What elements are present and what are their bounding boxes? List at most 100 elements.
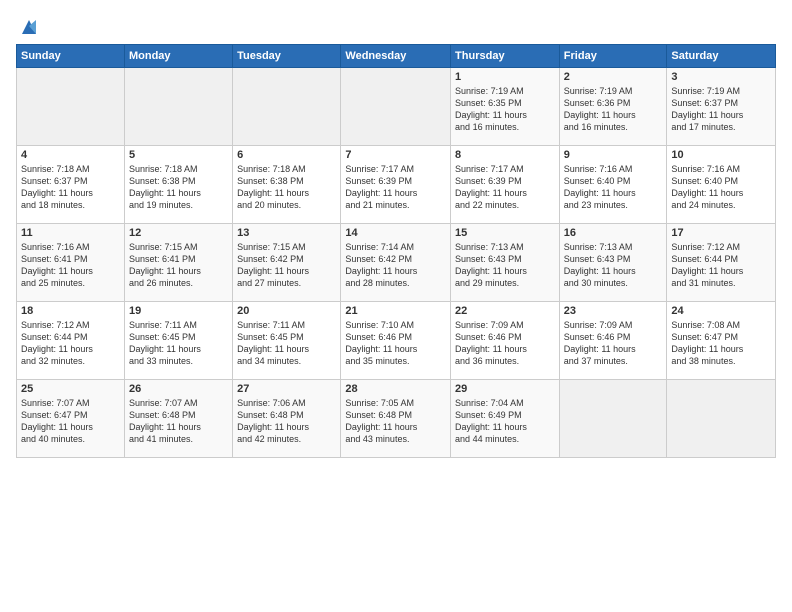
day-info: Sunrise: 7:12 AM Sunset: 6:44 PM Dayligh… <box>21 319 120 368</box>
day-number: 17 <box>671 227 771 239</box>
day-info: Sunrise: 7:18 AM Sunset: 6:38 PM Dayligh… <box>129 163 228 212</box>
day-info: Sunrise: 7:17 AM Sunset: 6:39 PM Dayligh… <box>345 163 446 212</box>
weekday-header-saturday: Saturday <box>667 45 776 68</box>
calendar-cell: 15 Sunrise: 7:13 AM Sunset: 6:43 PM Dayli… <box>451 224 560 302</box>
day-number: 1 <box>455 71 555 83</box>
day-number: 23 <box>564 305 663 317</box>
calendar-cell: 10Sunrise: 7:16 AM Sunset: 6:40 PM Dayli… <box>667 146 776 224</box>
calendar-cell: 6 Sunrise: 7:18 AM Sunset: 6:38 PM Daylig… <box>233 146 341 224</box>
day-info: Sunrise: 7:09 AM Sunset: 6:46 PM Dayligh… <box>564 319 663 368</box>
weekday-header-friday: Friday <box>559 45 667 68</box>
calendar-cell: 19 Sunrise: 7:11 AM Sunset: 6:45 PM Dayli… <box>124 302 232 380</box>
day-number: 9 <box>564 149 663 161</box>
weekday-header-sunday: Sunday <box>17 45 125 68</box>
calendar-cell: 14 Sunrise: 7:14 AM Sunset: 6:42 PM Dayli… <box>341 224 451 302</box>
calendar-week-2: 4 Sunrise: 7:18 AM Sunset: 6:37 PM Daylig… <box>17 146 776 224</box>
day-number: 19 <box>129 305 228 317</box>
day-info: Sunrise: 7:10 AM Sunset: 6:46 PM Dayligh… <box>345 319 446 368</box>
day-number: 27 <box>237 383 336 395</box>
weekday-header-tuesday: Tuesday <box>233 45 341 68</box>
calendar-cell: 16 Sunrise: 7:13 AM Sunset: 6:43 PM Dayli… <box>559 224 667 302</box>
day-info: Sunrise: 7:18 AM Sunset: 6:37 PM Dayligh… <box>21 163 120 212</box>
day-info: Sunrise: 7:04 AM Sunset: 6:49 PM Dayligh… <box>455 397 555 446</box>
calendar-cell: 7 Sunrise: 7:17 AM Sunset: 6:39 PM Daylig… <box>341 146 451 224</box>
day-info: Sunrise: 7:12 AM Sunset: 6:44 PM Dayligh… <box>671 241 771 290</box>
day-number: 24 <box>671 305 771 317</box>
calendar-cell: 3Sunrise: 7:19 AM Sunset: 6:37 PM Daylig… <box>667 68 776 146</box>
calendar-cell: 25Sunrise: 7:07 AM Sunset: 6:47 PM Dayli… <box>17 380 125 458</box>
day-number: 28 <box>345 383 446 395</box>
day-number: 26 <box>129 383 228 395</box>
day-info: Sunrise: 7:19 AM Sunset: 6:35 PM Dayligh… <box>455 85 555 134</box>
day-number: 6 <box>237 149 336 161</box>
day-info: Sunrise: 7:19 AM Sunset: 6:36 PM Dayligh… <box>564 85 663 134</box>
calendar-table: SundayMondayTuesdayWednesdayThursdayFrid… <box>16 44 776 458</box>
day-info: Sunrise: 7:06 AM Sunset: 6:48 PM Dayligh… <box>237 397 336 446</box>
day-info: Sunrise: 7:16 AM Sunset: 6:40 PM Dayligh… <box>564 163 663 212</box>
calendar-cell: 8Sunrise: 7:17 AM Sunset: 6:39 PM Daylig… <box>451 146 560 224</box>
day-number: 12 <box>129 227 228 239</box>
calendar-cell: 4 Sunrise: 7:18 AM Sunset: 6:37 PM Daylig… <box>17 146 125 224</box>
calendar-cell: 2 Sunrise: 7:19 AM Sunset: 6:36 PM Daylig… <box>559 68 667 146</box>
weekday-header-thursday: Thursday <box>451 45 560 68</box>
calendar-cell: 26 Sunrise: 7:07 AM Sunset: 6:48 PM Dayli… <box>124 380 232 458</box>
day-number: 5 <box>129 149 228 161</box>
calendar-cell: 22 Sunrise: 7:09 AM Sunset: 6:46 PM Dayli… <box>451 302 560 380</box>
calendar-cell <box>124 68 232 146</box>
calendar-cell: 11 Sunrise: 7:16 AM Sunset: 6:41 PM Dayli… <box>17 224 125 302</box>
day-number: 15 <box>455 227 555 239</box>
header <box>16 12 776 38</box>
calendar-cell: 9 Sunrise: 7:16 AM Sunset: 6:40 PM Daylig… <box>559 146 667 224</box>
day-info: Sunrise: 7:19 AM Sunset: 6:37 PM Dayligh… <box>671 85 771 134</box>
day-info: Sunrise: 7:16 AM Sunset: 6:40 PM Dayligh… <box>671 163 771 212</box>
day-number: 29 <box>455 383 555 395</box>
day-info: Sunrise: 7:16 AM Sunset: 6:41 PM Dayligh… <box>21 241 120 290</box>
day-info: Sunrise: 7:05 AM Sunset: 6:48 PM Dayligh… <box>345 397 446 446</box>
calendar-cell: 18Sunrise: 7:12 AM Sunset: 6:44 PM Dayli… <box>17 302 125 380</box>
logo-icon <box>18 16 40 38</box>
calendar-cell: 23 Sunrise: 7:09 AM Sunset: 6:46 PM Dayli… <box>559 302 667 380</box>
calendar-cell: 1 Sunrise: 7:19 AM Sunset: 6:35 PM Daylig… <box>451 68 560 146</box>
day-number: 22 <box>455 305 555 317</box>
day-info: Sunrise: 7:11 AM Sunset: 6:45 PM Dayligh… <box>129 319 228 368</box>
day-info: Sunrise: 7:14 AM Sunset: 6:42 PM Dayligh… <box>345 241 446 290</box>
calendar-cell: 13Sunrise: 7:15 AM Sunset: 6:42 PM Dayli… <box>233 224 341 302</box>
day-number: 20 <box>237 305 336 317</box>
day-info: Sunrise: 7:09 AM Sunset: 6:46 PM Dayligh… <box>455 319 555 368</box>
day-number: 7 <box>345 149 446 161</box>
day-number: 16 <box>564 227 663 239</box>
calendar-cell: 21 Sunrise: 7:10 AM Sunset: 6:46 PM Dayli… <box>341 302 451 380</box>
day-number: 25 <box>21 383 120 395</box>
calendar-cell: 20Sunrise: 7:11 AM Sunset: 6:45 PM Dayli… <box>233 302 341 380</box>
calendar-cell <box>341 68 451 146</box>
day-info: Sunrise: 7:13 AM Sunset: 6:43 PM Dayligh… <box>564 241 663 290</box>
weekday-header-wednesday: Wednesday <box>341 45 451 68</box>
calendar-week-4: 18Sunrise: 7:12 AM Sunset: 6:44 PM Dayli… <box>17 302 776 380</box>
calendar-cell <box>559 380 667 458</box>
logo <box>16 16 40 38</box>
day-number: 11 <box>21 227 120 239</box>
day-info: Sunrise: 7:18 AM Sunset: 6:38 PM Dayligh… <box>237 163 336 212</box>
day-info: Sunrise: 7:17 AM Sunset: 6:39 PM Dayligh… <box>455 163 555 212</box>
calendar-cell: 5 Sunrise: 7:18 AM Sunset: 6:38 PM Daylig… <box>124 146 232 224</box>
calendar-week-5: 25Sunrise: 7:07 AM Sunset: 6:47 PM Dayli… <box>17 380 776 458</box>
day-info: Sunrise: 7:15 AM Sunset: 6:41 PM Dayligh… <box>129 241 228 290</box>
calendar-cell: 17 Sunrise: 7:12 AM Sunset: 6:44 PM Dayli… <box>667 224 776 302</box>
calendar-cell: 29 Sunrise: 7:04 AM Sunset: 6:49 PM Dayli… <box>451 380 560 458</box>
calendar-week-1: 1 Sunrise: 7:19 AM Sunset: 6:35 PM Daylig… <box>17 68 776 146</box>
day-info: Sunrise: 7:13 AM Sunset: 6:43 PM Dayligh… <box>455 241 555 290</box>
calendar-cell <box>17 68 125 146</box>
calendar-cell: 12 Sunrise: 7:15 AM Sunset: 6:41 PM Dayli… <box>124 224 232 302</box>
day-info: Sunrise: 7:15 AM Sunset: 6:42 PM Dayligh… <box>237 241 336 290</box>
page-container: SundayMondayTuesdayWednesdayThursdayFrid… <box>0 0 792 466</box>
day-number: 2 <box>564 71 663 83</box>
calendar-cell <box>667 380 776 458</box>
day-info: Sunrise: 7:08 AM Sunset: 6:47 PM Dayligh… <box>671 319 771 368</box>
day-number: 14 <box>345 227 446 239</box>
calendar-cell <box>233 68 341 146</box>
weekday-header-row: SundayMondayTuesdayWednesdayThursdayFrid… <box>17 45 776 68</box>
day-number: 4 <box>21 149 120 161</box>
day-info: Sunrise: 7:07 AM Sunset: 6:48 PM Dayligh… <box>129 397 228 446</box>
calendar-cell: 28 Sunrise: 7:05 AM Sunset: 6:48 PM Dayli… <box>341 380 451 458</box>
day-number: 21 <box>345 305 446 317</box>
